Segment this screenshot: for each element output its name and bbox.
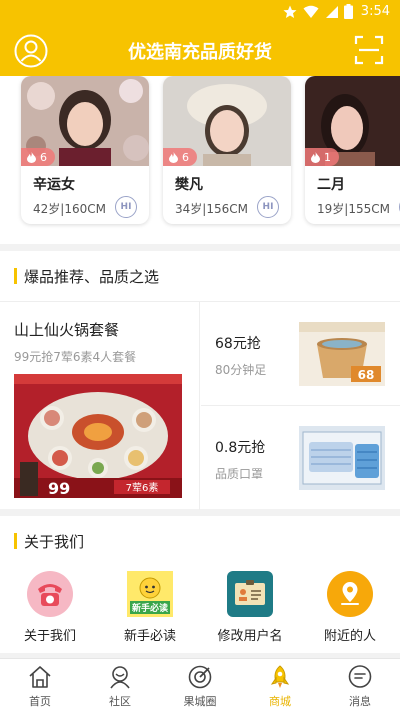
featured-subtitle: 99元抢7荤6素4人套餐 bbox=[14, 350, 137, 364]
star-icon bbox=[283, 5, 297, 18]
product-price: 68元抢 bbox=[215, 336, 261, 352]
profile-carousel[interactable]: 6 辛运女 42岁|160CM HI 6 樊凡 34岁|156CM HI 1 二… bbox=[0, 76, 400, 244]
tab-home[interactable]: 首页 bbox=[0, 659, 80, 711]
recommend-title: 爆品推荐、品质之选 bbox=[24, 268, 160, 286]
scan-button[interactable] bbox=[354, 35, 384, 65]
profile-name: 辛运女 bbox=[33, 177, 75, 193]
signal-icon bbox=[325, 5, 338, 18]
tab-messages-label: 消息 bbox=[349, 695, 371, 708]
say-hi-button[interactable]: HI bbox=[257, 196, 279, 218]
tab-home-label: 首页 bbox=[29, 695, 51, 708]
profile-card[interactable]: 6 樊凡 34岁|156CM HI bbox=[163, 76, 291, 224]
likes-count: 6 bbox=[40, 150, 47, 164]
about-us-label: 关于我们 bbox=[23, 629, 76, 644]
change-username-button[interactable]: 修改用户名 bbox=[200, 563, 300, 653]
flame-icon bbox=[311, 151, 320, 163]
change-username-label: 修改用户名 bbox=[217, 629, 283, 644]
rocket-icon bbox=[270, 665, 290, 688]
flame-icon bbox=[27, 151, 36, 163]
profile-info: 42岁|160CM bbox=[33, 202, 106, 216]
status-time: 3:54 bbox=[360, 4, 390, 19]
scan-icon bbox=[354, 35, 384, 65]
about-title: 关于我们 bbox=[24, 533, 85, 551]
wifi-icon bbox=[303, 5, 319, 18]
tab-mall[interactable]: 商城 bbox=[240, 659, 320, 711]
tab-messages[interactable]: 消息 bbox=[320, 659, 400, 711]
likes-count: 6 bbox=[182, 150, 189, 164]
recommend-header: 爆品推荐、品质之选 bbox=[0, 251, 400, 301]
profile-info: 34岁|156CM bbox=[175, 202, 248, 216]
likes-badge: 6 bbox=[163, 148, 197, 166]
tab-mall-label: 商城 bbox=[269, 695, 291, 708]
about-us-button[interactable]: 关于我们 bbox=[0, 563, 100, 653]
product-item[interactable]: 0.8元抢 品质口罩 bbox=[201, 406, 400, 510]
id-card-icon bbox=[227, 571, 273, 617]
product-desc: 80分钟足 bbox=[215, 363, 267, 377]
say-hi-label: HI bbox=[262, 202, 274, 212]
beginner-guide-label: 新手必读 bbox=[123, 629, 176, 644]
tab-circle[interactable]: 果城圈 bbox=[160, 659, 240, 711]
nearby-people-label: 附近的人 bbox=[323, 629, 376, 644]
home-icon bbox=[29, 666, 51, 688]
profile-name: 樊凡 bbox=[175, 177, 203, 193]
phone-icon bbox=[27, 571, 73, 617]
message-icon bbox=[348, 665, 372, 688]
status-bar: 3:54 bbox=[0, 0, 400, 24]
profile-info: 19岁|155CM bbox=[317, 202, 390, 216]
featured-image-tag: 7荤6素 bbox=[126, 481, 159, 494]
featured-image-price: 99 bbox=[48, 479, 70, 498]
guide-icon: 新手必读 bbox=[127, 571, 173, 617]
profile-card[interactable]: 6 辛运女 42岁|160CM HI bbox=[21, 76, 149, 224]
community-icon bbox=[110, 666, 130, 689]
tab-circle-label: 果城圈 bbox=[183, 695, 217, 708]
profile-card[interactable]: 1 二月 19岁|155CM HI bbox=[305, 76, 400, 224]
section-accent-bar bbox=[14, 533, 17, 549]
section-accent-bar bbox=[14, 268, 17, 284]
face-mask-picture bbox=[299, 426, 385, 490]
likes-badge: 1 bbox=[305, 148, 339, 166]
face-mask-image bbox=[299, 426, 385, 490]
featured-product[interactable]: 山上仙火锅套餐 99元抢7荤6素4人套餐 99 7荤6素 bbox=[0, 302, 200, 510]
product-item[interactable]: 68元抢 80分钟足 68 bbox=[201, 302, 400, 406]
product-image-price: 68 bbox=[358, 368, 375, 382]
beginner-guide-button[interactable]: 新手必读 新手必读 bbox=[100, 563, 200, 653]
bottom-tab-bar: 首页 社区 果城圈 商城 消息 bbox=[0, 658, 400, 711]
featured-title: 山上仙火锅套餐 bbox=[14, 321, 120, 339]
app-bar: 优选南充品质好货 bbox=[0, 24, 400, 76]
likes-badge: 6 bbox=[21, 148, 55, 166]
say-hi-button[interactable]: HI bbox=[115, 196, 137, 218]
guide-badge-text: 新手必读 bbox=[132, 602, 168, 614]
page-title: 优选南充品质好货 bbox=[128, 42, 272, 63]
hotpot-picture: 99 7荤6素 bbox=[14, 374, 182, 498]
about-grid: 关于我们 新手必读 新手必读 修改用户名 附近的人 bbox=[0, 563, 400, 653]
about-header: 关于我们 bbox=[0, 516, 400, 566]
likes-count: 1 bbox=[324, 150, 331, 164]
location-icon bbox=[327, 571, 373, 617]
product-grid: 山上仙火锅套餐 99元抢7荤6素4人套餐 99 7荤6素 68元抢 80分钟足 … bbox=[0, 301, 400, 510]
foot-spa-image: 68 bbox=[299, 322, 385, 386]
say-hi-label: HI bbox=[120, 202, 132, 212]
tab-community[interactable]: 社区 bbox=[80, 659, 160, 711]
flame-icon bbox=[169, 151, 178, 163]
foot-spa-picture: 68 bbox=[299, 322, 385, 386]
status-icons: 3:54 bbox=[283, 4, 390, 19]
profile-name: 二月 bbox=[317, 177, 345, 193]
main-content[interactable]: 6 辛运女 42岁|160CM HI 6 樊凡 34岁|156CM HI 1 二… bbox=[0, 76, 400, 658]
tab-community-label: 社区 bbox=[109, 695, 131, 708]
circle-icon bbox=[188, 665, 212, 689]
hotpot-image: 99 7荤6素 bbox=[14, 374, 182, 498]
battery-icon bbox=[343, 4, 353, 19]
product-price: 0.8元抢 bbox=[215, 440, 266, 456]
product-desc: 品质口罩 bbox=[215, 467, 264, 481]
nearby-people-button[interactable]: 附近的人 bbox=[300, 563, 400, 653]
